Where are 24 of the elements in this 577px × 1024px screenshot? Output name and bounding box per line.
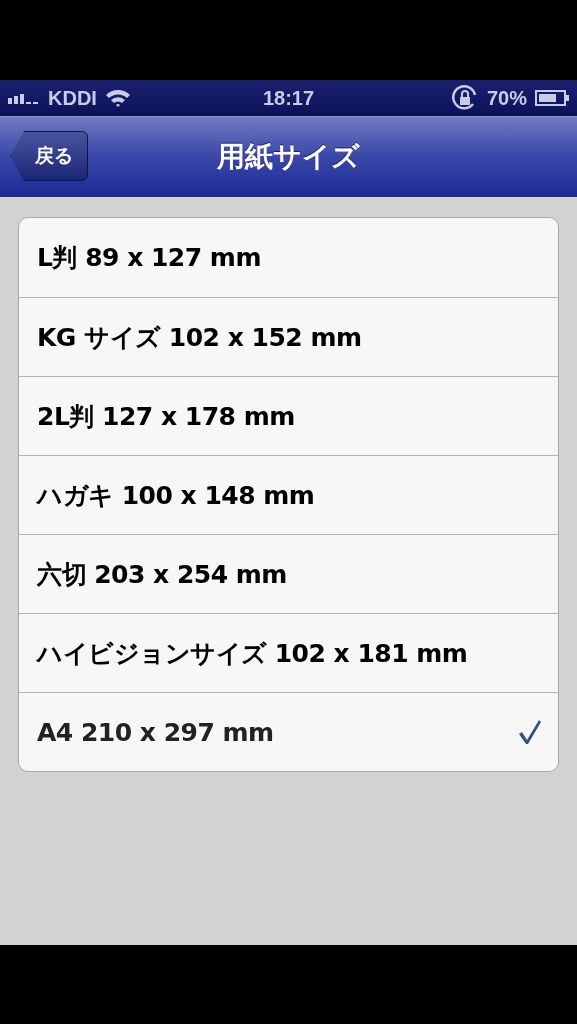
checkmark-icon (518, 719, 542, 745)
paper-size-option[interactable]: 六切 203 x 254 mm (19, 534, 558, 613)
screen-title: 用紙サイズ (217, 139, 360, 175)
paper-size-option[interactable]: L判 89 x 127 mm (19, 218, 558, 297)
paper-size-option[interactable]: ハガキ 100 x 148 mm (19, 455, 558, 534)
paper-size-option[interactable]: KG サイズ 102 x 152 mm (19, 297, 558, 376)
signal-icon (8, 92, 40, 104)
back-button[interactable]: 戻る (10, 131, 88, 181)
option-label: 六切 203 x 254 mm (37, 558, 287, 591)
option-label: ハイビジョンサイズ 102 x 181 mm (37, 637, 468, 670)
battery-percent: 70% (486, 86, 527, 110)
rotation-lock-icon (450, 84, 479, 112)
option-label: A4 210 x 297 mm (37, 717, 274, 747)
option-label: ハガキ 100 x 148 mm (37, 479, 315, 512)
option-label: 2L判 127 x 178 mm (37, 400, 295, 433)
paper-size-option[interactable]: A4 210 x 297 mm (19, 692, 558, 771)
battery-icon (535, 90, 569, 106)
paper-size-option[interactable]: ハイビジョンサイズ 102 x 181 mm (19, 613, 558, 692)
carrier-name: KDDI (48, 86, 97, 110)
option-label: KG サイズ 102 x 152 mm (37, 321, 362, 354)
wifi-icon (104, 89, 131, 107)
status-time: 18:17 (262, 86, 315, 110)
paper-size-option[interactable]: 2L判 127 x 178 mm (19, 376, 558, 455)
option-label: L判 89 x 127 mm (37, 242, 261, 274)
